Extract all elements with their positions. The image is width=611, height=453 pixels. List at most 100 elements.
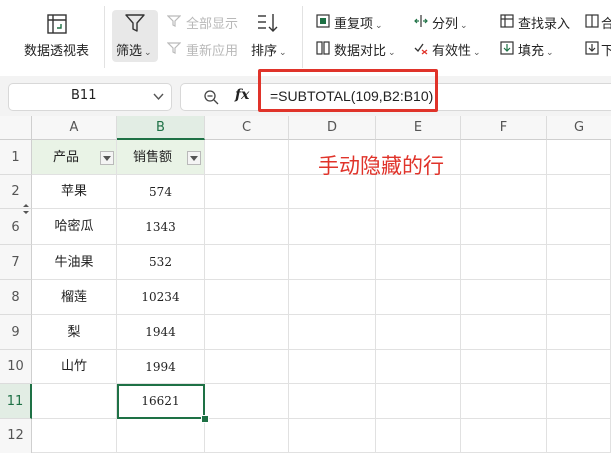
cell[interactable]: 1994 (117, 350, 205, 384)
column-header-f[interactable]: F (461, 116, 547, 140)
cell[interactable] (205, 350, 289, 384)
cell[interactable] (461, 175, 547, 209)
filter-dropdown-icon[interactable] (100, 151, 114, 165)
cell[interactable] (461, 140, 547, 175)
cell[interactable]: 苹果 (32, 175, 117, 209)
cell[interactable] (461, 209, 547, 245)
cell[interactable] (289, 280, 376, 315)
cell[interactable]: 产品 (32, 140, 117, 175)
lookup-entry-button[interactable]: 查找录入 (518, 13, 570, 32)
cell[interactable] (205, 280, 289, 315)
cell[interactable] (289, 350, 376, 384)
merge-button[interactable]: 合 (601, 13, 611, 32)
column-header-b[interactable]: B (117, 116, 205, 140)
show-all-button[interactable]: 全部显示 (186, 13, 238, 32)
cell[interactable] (205, 209, 289, 245)
column-header-d[interactable]: D (289, 116, 376, 140)
cell[interactable] (547, 280, 611, 315)
name-box[interactable]: B11 (8, 83, 172, 111)
filter-dropdown-icon[interactable] (187, 151, 201, 165)
duplicates-button[interactable]: 重复项 ⌄ (334, 13, 383, 32)
cell[interactable] (547, 175, 611, 209)
row-header-8[interactable]: 8 (0, 280, 32, 315)
cell[interactable]: 1944 (117, 315, 205, 350)
pivot-table-button[interactable]: 数据透视表 (24, 40, 89, 59)
download-icon (585, 41, 599, 55)
cell[interactable] (117, 419, 205, 453)
reapply-button[interactable]: 重新应用 (186, 40, 238, 59)
row-header-11[interactable]: 11 (0, 384, 32, 419)
unhide-rows-icon[interactable] (22, 203, 30, 215)
cell[interactable] (289, 315, 376, 350)
cell[interactable]: 532 (117, 245, 205, 280)
fill-handle[interactable] (201, 415, 209, 423)
active-cell-b11[interactable] (117, 384, 205, 419)
cell[interactable] (376, 350, 461, 384)
cell[interactable]: 山竹 (32, 350, 117, 384)
cell[interactable] (376, 175, 461, 209)
cell[interactable]: 销售额 (117, 140, 205, 175)
zoom-icon[interactable] (203, 89, 219, 105)
column-header-g[interactable]: G (547, 116, 611, 140)
cell[interactable] (461, 419, 547, 453)
cell[interactable]: 牛油果 (32, 245, 117, 280)
chevron-down-icon[interactable] (153, 93, 164, 101)
product-name: 牛油果 (54, 255, 94, 270)
cell[interactable] (461, 245, 547, 280)
row-header-1[interactable]: 1 (0, 140, 32, 175)
cell[interactable] (289, 209, 376, 245)
sort-button[interactable]: 排序 ⌄ (251, 40, 287, 59)
cell[interactable] (205, 140, 289, 175)
column-header-c[interactable]: C (205, 116, 289, 140)
select-all-corner[interactable] (0, 116, 32, 140)
cell[interactable] (461, 384, 547, 419)
cell[interactable] (547, 140, 611, 175)
cell[interactable] (289, 175, 376, 209)
cell[interactable] (205, 384, 289, 419)
cell[interactable]: 1343 (117, 209, 205, 245)
cell[interactable] (376, 419, 461, 453)
cell[interactable] (205, 175, 289, 209)
fx-icon[interactable]: fx (235, 87, 249, 103)
cell[interactable] (32, 419, 117, 453)
cell[interactable] (376, 315, 461, 350)
cell[interactable] (376, 245, 461, 280)
cell[interactable] (205, 419, 289, 453)
validity-button[interactable]: 有效性 ⌄ (432, 40, 481, 59)
cell[interactable]: 榴莲 (32, 280, 117, 315)
cell[interactable] (205, 245, 289, 280)
row-header-7[interactable]: 7 (0, 245, 32, 280)
cell[interactable] (461, 280, 547, 315)
cell[interactable] (376, 209, 461, 245)
cell[interactable] (289, 419, 376, 453)
row-header-10[interactable]: 10 (0, 350, 32, 384)
cell[interactable] (376, 384, 461, 419)
cell[interactable] (547, 350, 611, 384)
cell[interactable] (289, 245, 376, 280)
cell[interactable] (547, 209, 611, 245)
down-button[interactable]: 下 (601, 40, 611, 59)
compare-button[interactable]: 数据对比 ⌄ (334, 40, 396, 59)
sort-icon (258, 14, 278, 32)
pivot-table-icon[interactable] (46, 13, 68, 35)
cell[interactable] (32, 384, 117, 419)
cell[interactable]: 哈密瓜 (32, 209, 117, 245)
fill-button[interactable]: 填充 ⌄ (518, 40, 554, 59)
cell[interactable]: 10234 (117, 280, 205, 315)
cell[interactable]: 梨 (32, 315, 117, 350)
split-column-button[interactable]: 分列 ⌄ (432, 13, 468, 32)
row-header-9[interactable]: 9 (0, 315, 32, 350)
cell[interactable] (547, 315, 611, 350)
cell[interactable] (205, 315, 289, 350)
cell[interactable] (547, 384, 611, 419)
cell[interactable]: 574 (117, 175, 205, 209)
row-header-12[interactable]: 12 (0, 419, 32, 453)
cell[interactable] (376, 280, 461, 315)
column-header-a[interactable]: A (32, 116, 117, 140)
cell[interactable] (547, 245, 611, 280)
cell[interactable] (461, 350, 547, 384)
cell[interactable] (547, 419, 611, 453)
cell[interactable] (461, 315, 547, 350)
cell[interactable] (289, 384, 376, 419)
column-header-e[interactable]: E (376, 116, 461, 140)
